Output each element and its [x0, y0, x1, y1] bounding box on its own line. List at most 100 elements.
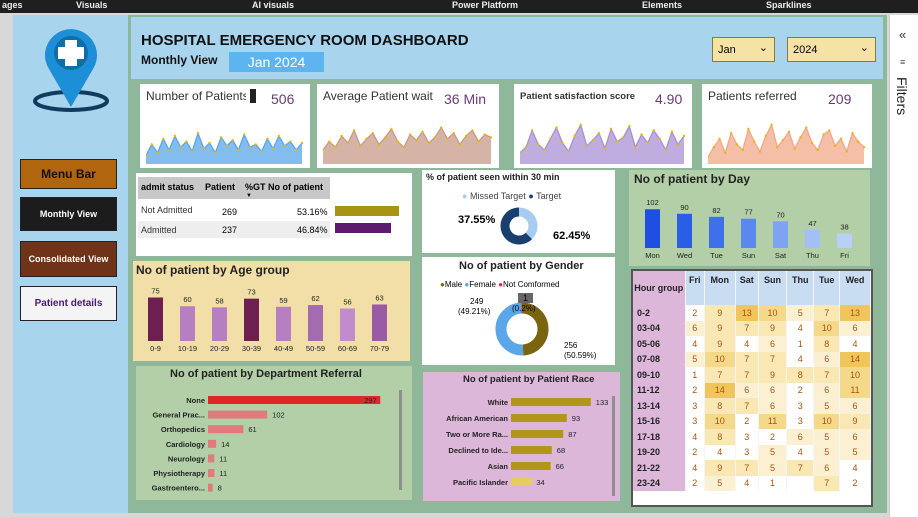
filter-icon[interactable]: ≡ — [900, 57, 905, 67]
matrix-cell[interactable]: 4 — [685, 336, 706, 352]
matrix-day-header[interactable]: Tue — [813, 271, 840, 305]
matrix-cell[interactable]: 2 — [758, 429, 788, 445]
matrix-cell[interactable]: 6 — [758, 398, 788, 414]
matrix-cell[interactable]: 10 — [813, 320, 840, 336]
matrix-cell[interactable]: 4 — [704, 444, 736, 460]
matrix-cell[interactable]: 4 — [839, 336, 872, 352]
matrix-cell[interactable]: 8 — [786, 367, 815, 383]
matrix-cell[interactable]: 1 — [685, 367, 706, 383]
monthly-view-button[interactable]: Monthly View — [20, 197, 117, 231]
ribbon-item[interactable]: Power Platform — [452, 0, 518, 10]
col-header[interactable]: %GT No of patient — [245, 182, 323, 192]
matrix-cell[interactable]: 10 — [704, 413, 736, 429]
matrix-day-header[interactable]: Thu — [786, 271, 815, 305]
matrix-cell[interactable]: 3 — [735, 444, 759, 460]
matrix-cell[interactable]: 10 — [839, 367, 872, 383]
matrix-cell[interactable]: 5 — [813, 398, 840, 414]
matrix-cell[interactable]: 4 — [839, 460, 872, 476]
matrix-cell[interactable]: 7 — [735, 460, 759, 476]
matrix-cell[interactable]: 6 — [758, 382, 788, 398]
matrix-cell[interactable]: 2 — [786, 382, 815, 398]
matrix-cell[interactable]: 8 — [813, 336, 840, 352]
matrix-cell[interactable]: 6 — [786, 429, 815, 445]
ribbon-item[interactable]: ages — [2, 0, 23, 10]
matrix-cell[interactable]: 9 — [758, 367, 788, 383]
matrix-cell[interactable]: 5 — [839, 444, 872, 460]
matrix-cell[interactable]: 5 — [758, 460, 788, 476]
matrix-cell[interactable]: 2 — [735, 413, 759, 429]
month-dropdown[interactable]: Jan ⌄ — [712, 37, 775, 62]
matrix-cell[interactable]: 7 — [735, 351, 759, 367]
matrix-cell[interactable]: 7 — [735, 398, 759, 414]
matrix-cell[interactable]: 3 — [685, 413, 706, 429]
matrix-cell[interactable]: 6 — [813, 351, 840, 367]
matrix-cell[interactable]: 4 — [735, 475, 759, 491]
matrix-cell[interactable]: 3 — [685, 398, 706, 414]
matrix-cell[interactable]: 2 — [685, 475, 706, 491]
matrix-cell[interactable]: 10 — [704, 351, 736, 367]
matrix-cell[interactable]: 11 — [758, 413, 788, 429]
matrix-cell[interactable]: 1 — [786, 336, 815, 352]
ribbon-item[interactable]: Sparklines — [766, 0, 812, 10]
matrix-cell[interactable]: 5 — [704, 475, 736, 491]
matrix-cell[interactable]: 4 — [786, 351, 815, 367]
patient-details-button[interactable]: Patient details — [20, 286, 117, 321]
matrix-cell[interactable]: 9 — [704, 336, 736, 352]
matrix-cell[interactable]: 7 — [704, 367, 736, 383]
matrix-cell[interactable]: 2 — [839, 475, 872, 491]
matrix-cell[interactable]: 4 — [735, 336, 759, 352]
matrix-cell[interactable]: 3 — [735, 429, 759, 445]
matrix-cell[interactable]: 9 — [704, 305, 736, 321]
matrix-cell[interactable]: 9 — [704, 460, 736, 476]
matrix-cell[interactable]: 6 — [813, 382, 840, 398]
matrix-cell[interactable]: 14 — [704, 382, 736, 398]
matrix-cell[interactable]: 6 — [813, 460, 840, 476]
ribbon-item[interactable]: AI visuals — [252, 0, 294, 10]
matrix-cell[interactable]: 7 — [735, 320, 759, 336]
matrix-day-header[interactable]: Mon — [704, 271, 736, 305]
matrix-cell[interactable]: 9 — [704, 320, 736, 336]
matrix-cell[interactable]: 7 — [813, 305, 840, 321]
matrix-cell[interactable]: 5 — [786, 305, 815, 321]
matrix-cell[interactable]: 3 — [786, 398, 815, 414]
matrix-cell[interactable]: 7 — [735, 367, 759, 383]
matrix-cell[interactable]: 9 — [839, 413, 872, 429]
matrix-cell[interactable]: 6 — [735, 382, 759, 398]
matrix-cell[interactable]: 8 — [704, 429, 736, 445]
matrix-cell[interactable]: 4 — [786, 320, 815, 336]
ribbon-item[interactable]: Visuals — [76, 0, 107, 10]
matrix-cell[interactable] — [786, 475, 815, 491]
matrix-cell[interactable]: 11 — [839, 382, 872, 398]
matrix-cell[interactable]: 4 — [685, 429, 706, 445]
matrix-cell[interactable]: 7 — [813, 367, 840, 383]
matrix-cell[interactable]: 6 — [685, 320, 706, 336]
matrix-cell[interactable]: 4 — [685, 460, 706, 476]
matrix-cell[interactable]: 1 — [758, 475, 788, 491]
matrix-cell[interactable]: 8 — [704, 398, 736, 414]
matrix-cell[interactable]: 7 — [758, 351, 788, 367]
matrix-cell[interactable]: 6 — [758, 336, 788, 352]
matrix-cell[interactable]: 5 — [685, 351, 706, 367]
matrix-cell[interactable]: 5 — [758, 444, 788, 460]
matrix-cell[interactable]: 2 — [685, 382, 706, 398]
matrix-cell[interactable]: 5 — [813, 444, 840, 460]
matrix-day-header[interactable]: Fri — [685, 271, 706, 305]
matrix-cell[interactable]: 3 — [786, 413, 815, 429]
matrix-cell[interactable]: 7 — [786, 460, 815, 476]
consolidated-view-button[interactable]: Consolidated View — [20, 241, 117, 277]
col-header[interactable]: admit status — [141, 182, 194, 192]
scrollbar[interactable] — [399, 390, 402, 490]
matrix-cell[interactable]: 10 — [758, 305, 788, 321]
matrix-cell[interactable]: 13 — [735, 305, 759, 321]
matrix-cell[interactable]: 2 — [685, 444, 706, 460]
matrix-cell[interactable]: 4 — [786, 444, 815, 460]
matrix-day-header[interactable]: Sat — [735, 271, 759, 305]
collapse-icon[interactable]: « — [899, 27, 906, 42]
matrix-cell[interactable]: 7 — [813, 475, 840, 491]
ribbon-item[interactable]: Elements — [642, 0, 682, 10]
matrix-cell[interactable]: 14 — [839, 351, 872, 367]
matrix-cell[interactable]: 13 — [839, 305, 872, 321]
col-header[interactable]: Patient — [205, 182, 235, 192]
matrix-cell[interactable]: 6 — [839, 398, 872, 414]
year-dropdown[interactable]: 2024 ⌄ — [787, 37, 876, 62]
